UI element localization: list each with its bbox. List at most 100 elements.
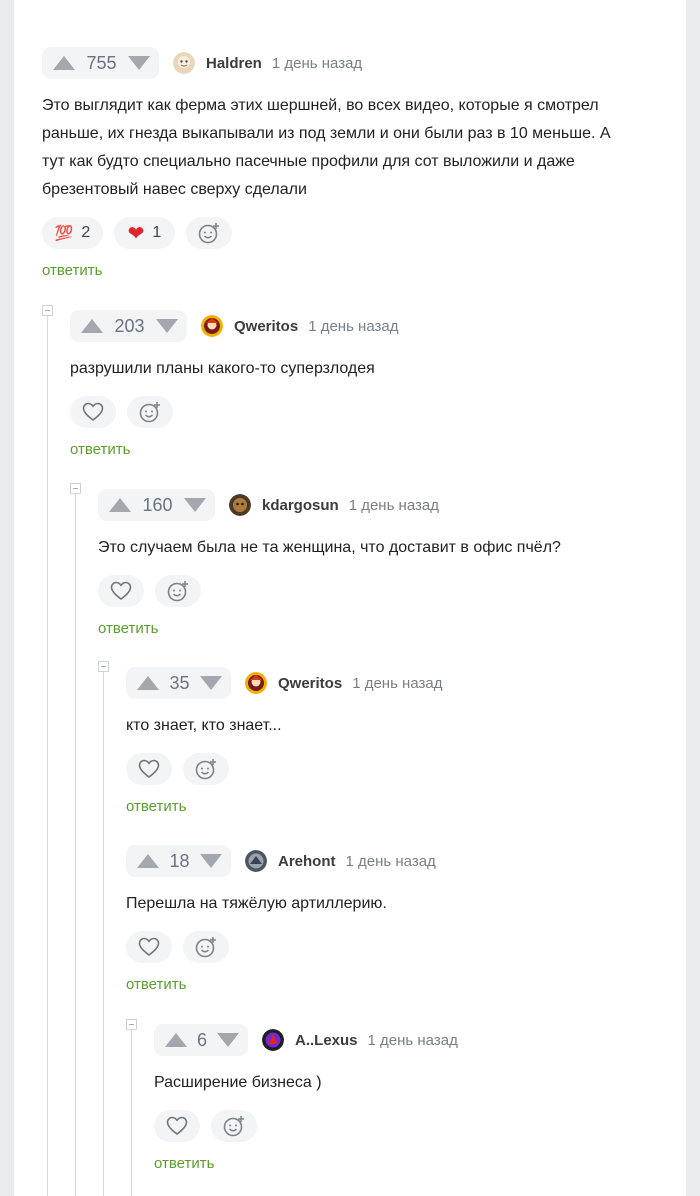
like-button[interactable] [70, 396, 116, 428]
upvote-arrow-icon[interactable] [53, 56, 75, 70]
timestamp[interactable]: 1 день назад [368, 1032, 458, 1049]
add-emoji-icon [195, 759, 216, 780]
rating-count: 6 [196, 1029, 207, 1050]
user-avatar[interactable] [245, 672, 267, 694]
comment-header: 6 A..Lexus 1 день назад [154, 1024, 664, 1056]
username[interactable]: A..Lexus [295, 1032, 358, 1049]
user-avatar[interactable] [229, 494, 251, 516]
collapse-thread-button[interactable] [98, 661, 109, 672]
add-reaction-button[interactable] [183, 753, 229, 785]
add-reaction-button[interactable] [211, 1110, 257, 1142]
reply-link[interactable]: ответить [154, 1155, 664, 1172]
reactions-bar [70, 396, 670, 428]
user-avatar[interactable] [173, 52, 195, 74]
rating-count: 18 [169, 850, 190, 871]
add-reaction-button[interactable] [155, 575, 201, 607]
rating-count: 203 [114, 315, 145, 336]
heart-outline-icon [110, 581, 132, 600]
add-reaction-button[interactable] [127, 396, 173, 428]
downvote-arrow-icon[interactable] [127, 56, 150, 70]
reactions-bar [154, 1110, 664, 1142]
comment: 203 Qweritos 1 день назад разрушили план… [70, 310, 670, 458]
collapse-thread-button[interactable] [126, 1019, 137, 1030]
thread-line [131, 1030, 132, 1196]
upvote-arrow-icon[interactable] [137, 676, 159, 690]
comment-header: 160 kdargosun 1 день назад [98, 489, 668, 521]
heart-outline-icon [138, 759, 160, 778]
heart-outline-icon [82, 402, 104, 421]
rating-count: 755 [86, 52, 117, 73]
thread-line [103, 672, 104, 1196]
like-button[interactable] [154, 1110, 200, 1142]
timestamp[interactable]: 1 день назад [346, 853, 436, 870]
upvote-arrow-icon[interactable] [109, 498, 131, 512]
upvote-arrow-icon[interactable] [137, 854, 159, 868]
reaction-count: 2 [81, 224, 91, 241]
user-avatar[interactable] [262, 1029, 284, 1051]
comment-text: Это выглядит как ферма этих шершней, во … [42, 97, 611, 198]
upvote-arrow-icon[interactable] [81, 319, 103, 333]
vote-widget: 35 [126, 667, 231, 699]
red-heart-icon: ❤ [127, 222, 145, 245]
thread-line [75, 494, 76, 1196]
add-emoji-icon [198, 223, 219, 244]
comment-header: 18 Arehont 1 день назад [126, 845, 666, 877]
add-reaction-button[interactable] [183, 931, 229, 963]
reactions-bar: 💯 2 ❤ 1 [42, 217, 672, 249]
like-button[interactable] [98, 575, 144, 607]
reaction-pill[interactable]: ❤ 1 [114, 217, 175, 249]
downvote-arrow-icon[interactable] [183, 498, 206, 512]
reply-link[interactable]: ответить [126, 976, 666, 993]
add-emoji-icon [167, 581, 188, 602]
downvote-arrow-icon[interactable] [200, 854, 222, 868]
reply-link[interactable]: ответить [98, 620, 668, 637]
username[interactable]: kdargosun [262, 497, 339, 514]
reply-link[interactable]: ответить [70, 441, 670, 458]
vote-widget: 160 [98, 489, 215, 521]
downvote-arrow-icon[interactable] [155, 319, 178, 333]
username[interactable]: Arehont [278, 853, 336, 870]
comment-text: кто знает, кто знает... [126, 717, 282, 734]
add-reaction-button[interactable] [186, 217, 232, 249]
heart-outline-icon [138, 937, 160, 956]
timestamp[interactable]: 1 день назад [272, 55, 362, 72]
comment-header: 35 Qweritos 1 день назад [126, 667, 666, 699]
username[interactable]: Haldren [206, 55, 262, 72]
comment-text: Перешла на тяжёлую артиллерию. [126, 895, 387, 912]
thread-line [47, 316, 48, 1196]
comment: 35 Qweritos 1 день назад кто знает, кто … [126, 667, 666, 815]
comment-text: Это случаем была не та женщина, что дост… [98, 539, 561, 556]
comment: 160 kdargosun 1 день назад Это случаем б… [98, 489, 668, 637]
username[interactable]: Qweritos [278, 675, 342, 692]
rating-count: 160 [142, 494, 173, 515]
comment-text: Расширение бизнеса ) [154, 1074, 322, 1091]
reply-link[interactable]: ответить [126, 798, 666, 815]
comment: 18 Arehont 1 день назад Перешла на тяжёл… [126, 845, 666, 993]
reactions-bar [126, 753, 666, 785]
collapse-thread-button[interactable] [42, 305, 53, 316]
reaction-pill[interactable]: 💯 2 [42, 217, 103, 249]
reaction-count: 1 [152, 224, 162, 241]
like-button[interactable] [126, 753, 172, 785]
timestamp[interactable]: 1 день назад [352, 675, 442, 692]
comment: 755 Haldren 1 день назад Это выглядит ка… [42, 47, 672, 279]
reply-link[interactable]: ответить [42, 262, 672, 279]
user-avatar[interactable] [245, 850, 267, 872]
collapse-thread-button[interactable] [70, 483, 81, 494]
downvote-arrow-icon[interactable] [216, 1033, 239, 1047]
username[interactable]: Qweritos [234, 318, 298, 335]
user-avatar[interactable] [201, 315, 223, 337]
upvote-arrow-icon[interactable] [165, 1033, 187, 1047]
add-emoji-icon [223, 1116, 244, 1137]
comment-header: 755 Haldren 1 день назад [42, 47, 672, 79]
timestamp[interactable]: 1 день назад [308, 318, 398, 335]
add-emoji-icon [139, 402, 160, 423]
rating-count: 35 [169, 672, 190, 693]
downvote-arrow-icon[interactable] [200, 676, 222, 690]
timestamp[interactable]: 1 день назад [349, 497, 439, 514]
like-button[interactable] [126, 931, 172, 963]
comment-text: разрушили планы какого-то суперзлодея [70, 360, 375, 377]
comment: 6 A..Lexus 1 день назад Расширение бизне… [154, 1024, 664, 1172]
vote-widget: 203 [70, 310, 187, 342]
hundred-points-icon: 💯 [54, 225, 74, 242]
